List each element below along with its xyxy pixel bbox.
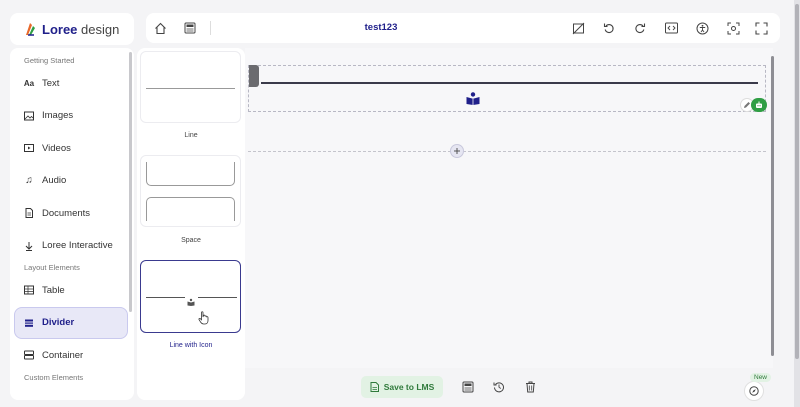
- accessibility-icon: [696, 22, 708, 34]
- sidebar-item-label: Documents: [42, 207, 91, 219]
- sidebar-item-audio[interactable]: ♫ Audio: [10, 165, 134, 198]
- new-badge: New: [750, 373, 772, 382]
- sidebar-item-videos[interactable]: Videos: [10, 132, 134, 165]
- fullscreen-button[interactable]: [753, 20, 769, 36]
- divider-option-line-with-icon[interactable]: [140, 260, 241, 333]
- section-label-getting-started: Getting Started: [24, 56, 75, 65]
- template-icon: [462, 381, 474, 393]
- bottom-bar: Save to LMS New: [245, 370, 780, 402]
- compass-icon: [749, 386, 759, 396]
- canvas-scrollbar-thumb[interactable]: [771, 56, 774, 356]
- copy-button[interactable]: [751, 98, 767, 112]
- undo-icon: [603, 23, 614, 34]
- space-preview-top: [146, 162, 235, 186]
- sidebar-item-label: Audio: [42, 175, 67, 187]
- divider-option-label: Space: [181, 237, 201, 244]
- interactive-icon: [24, 241, 34, 251]
- image-icon: [24, 111, 34, 121]
- divider-line[interactable]: [261, 82, 758, 106]
- save-to-lms-button[interactable]: Save to LMS: [361, 376, 443, 398]
- compass-button[interactable]: [744, 381, 764, 401]
- window-scrollbar[interactable]: [794, 0, 800, 407]
- image-off-icon: [572, 22, 584, 34]
- row-actions: [740, 98, 767, 112]
- music-icon: ♫: [25, 175, 33, 187]
- container-icon: [24, 350, 34, 360]
- top-toolbar: test123: [146, 13, 780, 43]
- sidebar-item-label: Table: [42, 284, 65, 296]
- undo-button[interactable]: [601, 20, 617, 36]
- sidebar-item-label: Videos: [42, 142, 71, 154]
- robot-icon: [756, 101, 762, 108]
- preview-icon: [727, 22, 739, 34]
- row-drag-handle[interactable]: [249, 65, 259, 87]
- space-preview-bottom: [146, 197, 235, 221]
- redo-icon: [635, 23, 646, 34]
- save-to-lms-label: Save to LMS: [383, 382, 435, 392]
- divider-options-panel: Line Space Line with Icon: [137, 48, 245, 400]
- sidebar-item-label: Images: [42, 110, 74, 122]
- document-title: test123: [364, 22, 398, 33]
- divider-option-space[interactable]: [140, 155, 241, 227]
- video-icon: [24, 143, 34, 153]
- sidebar-item-label: Container: [42, 349, 84, 361]
- add-row-button[interactable]: [450, 144, 464, 158]
- element-sidebar: Getting Started Aa Text Images Videos ♫ …: [10, 48, 134, 400]
- logo: Loree design: [10, 13, 134, 45]
- sidebar-item-divider[interactable]: Divider: [14, 306, 128, 339]
- history-button[interactable]: [492, 380, 506, 394]
- book-reader-icon: [465, 90, 481, 106]
- code-view-button[interactable]: [663, 20, 679, 36]
- editor-canvas[interactable]: [245, 48, 773, 368]
- expand-icon: [754, 21, 768, 35]
- divider-option-line[interactable]: [140, 51, 241, 123]
- sidebar-item-images[interactable]: Images: [10, 100, 134, 133]
- code-icon: [664, 22, 678, 34]
- delete-button[interactable]: [523, 380, 537, 394]
- table-icon: [24, 285, 34, 295]
- sidebar-item-label: Divider: [42, 317, 75, 329]
- line-preview: [198, 297, 237, 298]
- hide-image-button[interactable]: [570, 20, 586, 36]
- hand-cursor-icon: [198, 311, 209, 330]
- sidebar-item-documents[interactable]: Documents: [10, 197, 134, 230]
- canvas-scrollbar[interactable]: [770, 48, 776, 360]
- sidebar-item-text[interactable]: Aa Text: [10, 67, 134, 100]
- logo-icon: [26, 23, 35, 36]
- section-label-custom-elements: Custom Elements: [24, 372, 84, 382]
- save-document-icon: [370, 382, 379, 392]
- window-scrollbar-thumb[interactable]: [795, 4, 799, 359]
- sidebar-item-table[interactable]: Table: [10, 274, 134, 307]
- sidebar-item-label: Text: [42, 77, 60, 89]
- accessibility-button[interactable]: [694, 20, 710, 36]
- add-row-separator: [248, 151, 766, 152]
- history-icon: [493, 382, 504, 393]
- plus-icon: [454, 148, 460, 154]
- divider-option-label: Line with Icon: [169, 342, 213, 349]
- preview-button[interactable]: [725, 20, 741, 36]
- trash-icon: [525, 381, 535, 393]
- save-template-bottom-button[interactable]: [461, 380, 475, 394]
- app-name: Loree design: [42, 21, 120, 37]
- divider-option-label: Line: [184, 132, 198, 139]
- text-icon: Aa: [23, 78, 35, 88]
- divider-row[interactable]: [248, 65, 767, 112]
- sidebar-item-loree-interactive[interactable]: Loree Interactive: [10, 230, 134, 263]
- section-label-layout-elements: Layout Elements: [24, 263, 80, 272]
- book-icon: [187, 293, 195, 306]
- line-preview: [146, 88, 235, 89]
- document-icon: [24, 208, 34, 219]
- line-preview: [146, 297, 185, 298]
- pencil-icon: [744, 102, 750, 108]
- sidebar-item-container[interactable]: Container: [10, 339, 134, 372]
- divider-icon: [24, 318, 34, 328]
- redo-button[interactable]: [632, 20, 648, 36]
- sidebar-scrollbar[interactable]: [129, 52, 132, 312]
- sidebar-item-label: Loree Interactive: [42, 240, 113, 252]
